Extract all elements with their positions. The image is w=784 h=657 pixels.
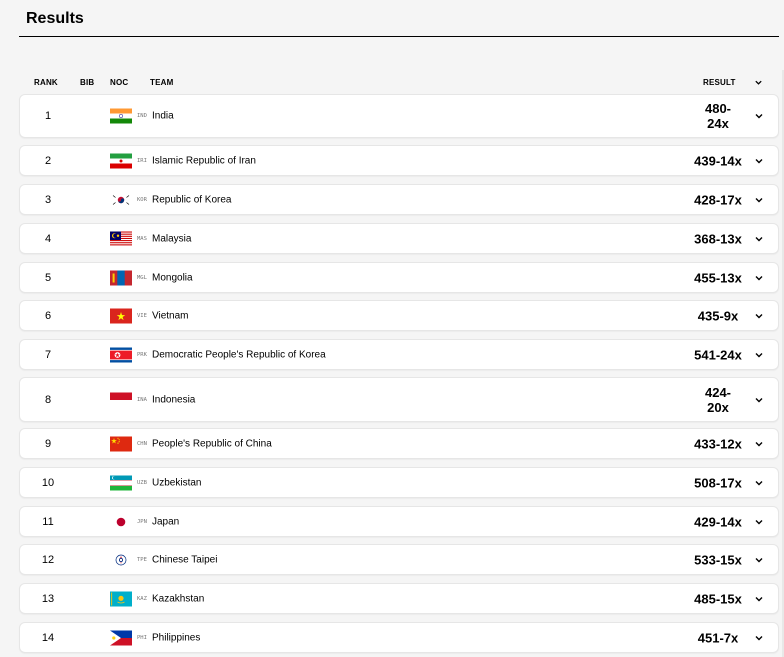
result-row[interactable]: 5 MGL Mongolia 455-13x <box>19 262 779 293</box>
result-row[interactable]: 10 UZB Uzbekistan 508-17x <box>19 467 779 498</box>
team-name: Republic of Korea <box>152 194 232 205</box>
team-name: Uzbekistan <box>152 477 202 488</box>
rank-value: 3 <box>44 193 52 206</box>
rank-value: 11 <box>42 515 54 528</box>
flag-vie-icon <box>110 308 132 323</box>
rank-value: 9 <box>44 437 52 450</box>
flag-prk-icon <box>110 347 132 362</box>
noc-code: IND <box>137 113 147 119</box>
result-value: 424- 20x <box>704 384 732 415</box>
team-name: Indonesia <box>152 394 196 405</box>
flag-ina-icon <box>110 392 132 407</box>
noc-code: INA <box>137 396 147 403</box>
noc-code: CHN <box>137 440 147 447</box>
flag-tpe-icon <box>110 552 132 567</box>
result-row[interactable]: 14 PHI Philippines 451-7x <box>19 622 779 653</box>
result-row[interactable]: 6 VIE Vietnam 435-9x <box>19 300 779 331</box>
team-name: Islamic Republic of Iran <box>152 155 256 166</box>
rank-value: 4 <box>44 232 52 245</box>
team-name: Malaysia <box>152 233 192 244</box>
result-value: 368-13x <box>694 231 742 246</box>
rank-value: 1 <box>44 110 52 122</box>
expand-row-chevron-icon[interactable] <box>754 350 764 360</box>
expand-row-chevron-icon[interactable] <box>754 311 764 321</box>
result-row[interactable]: 9 CHN People's Republic of China 433-12x <box>19 428 779 459</box>
team-name: Democratic People's Republic of Korea <box>152 349 326 360</box>
flag-ind-icon <box>110 108 132 124</box>
noc-code: MGL <box>137 274 147 281</box>
expand-row-chevron-icon[interactable] <box>754 156 764 166</box>
team-name: India <box>152 110 174 122</box>
result-row[interactable]: 12 TPE Chinese Taipei 533-15x <box>19 544 779 575</box>
noc-code: TPE <box>137 556 147 563</box>
noc-code: IRI <box>137 157 147 164</box>
result-value: 480- 24x <box>704 101 732 131</box>
rank-value: 13 <box>41 592 55 605</box>
team-name: Kazakhstan <box>152 593 205 604</box>
flag-mas-icon <box>110 231 132 246</box>
result-value: 439-14x <box>694 153 742 168</box>
rank-value: 14 <box>41 631 55 644</box>
expand-row-chevron-icon[interactable] <box>754 111 764 121</box>
result-row[interactable]: 3 KOR Republic of Korea 428-17x <box>19 184 779 215</box>
expand-row-chevron-icon[interactable] <box>754 633 764 643</box>
result-value: 455-13x <box>694 270 742 285</box>
noc-code: UZB <box>137 479 147 486</box>
noc-code: PHI <box>137 634 147 641</box>
rank-value: 2 <box>44 154 52 167</box>
flag-uzb-icon <box>110 475 132 490</box>
expand-row-chevron-icon[interactable] <box>754 555 764 565</box>
results-list: 1 IND India 480- 24x 2 IRI Islamic Republic of … <box>0 0 784 657</box>
flag-phi-icon <box>110 630 132 645</box>
result-row[interactable]: 4 MAS Malaysia 368-13x <box>19 223 779 254</box>
result-value: 435-9x <box>697 308 739 323</box>
team-name: People's Republic of China <box>152 438 272 449</box>
result-row[interactable]: 8 INA Indonesia 424- 20x <box>19 377 779 422</box>
result-value: 533-15x <box>694 552 742 567</box>
result-row[interactable]: 7 PRK Democratic People's Republic of Kore… <box>19 339 779 370</box>
expand-row-chevron-icon[interactable] <box>754 439 764 449</box>
rank-value: 12 <box>41 553 55 566</box>
result-value: 433-12x <box>694 436 742 451</box>
result-row[interactable]: 13 KAZ Kazakhstan 485-15x <box>19 583 779 614</box>
flag-jpn-icon <box>110 514 132 529</box>
expand-row-chevron-icon[interactable] <box>754 234 764 244</box>
result-row[interactable]: 1 IND India 480- 24x <box>19 94 779 138</box>
rank-value: 7 <box>44 348 52 361</box>
expand-row-chevron-icon[interactable] <box>754 273 764 283</box>
team-name: Japan <box>152 516 180 527</box>
result-value: 541-24x <box>694 347 742 362</box>
expand-row-chevron-icon[interactable] <box>754 195 764 205</box>
expand-row-chevron-icon[interactable] <box>754 517 764 527</box>
flag-iri-icon <box>110 153 132 168</box>
rank-value: 10 <box>41 476 55 489</box>
result-row[interactable]: 11 JPN Japan 429-14x <box>19 506 779 537</box>
expand-row-chevron-icon[interactable] <box>754 478 764 488</box>
expand-row-chevron-icon[interactable] <box>754 594 764 604</box>
expand-row-chevron-icon[interactable] <box>754 395 764 405</box>
team-name: Philippines <box>152 632 201 643</box>
result-value: 451-7x <box>697 630 739 645</box>
rank-value: 8 <box>44 393 52 406</box>
noc-code: KAZ <box>137 595 147 602</box>
result-row[interactable]: 2 IRI Islamic Republic of Iran 439-14x <box>19 145 779 176</box>
result-value: 485-15x <box>694 591 742 606</box>
noc-code: PRK <box>137 351 147 358</box>
team-name: Vietnam <box>152 310 189 321</box>
noc-code: VIE <box>137 312 147 319</box>
result-value: 429-14x <box>694 514 742 529</box>
flag-chn-icon <box>110 436 132 451</box>
result-value: 508-17x <box>694 475 742 490</box>
rank-value: 6 <box>44 309 52 322</box>
noc-code: JPN <box>137 518 147 525</box>
noc-code: KOR <box>137 196 147 203</box>
flag-mgl-icon <box>110 270 132 285</box>
rank-value: 5 <box>44 271 52 284</box>
noc-code: MAS <box>137 235 147 242</box>
flag-kor-icon <box>110 192 132 207</box>
result-value: 428-17x <box>694 192 742 207</box>
flag-kaz-icon <box>110 591 132 606</box>
team-name: Mongolia <box>152 272 193 283</box>
team-name: Chinese Taipei <box>152 554 218 565</box>
